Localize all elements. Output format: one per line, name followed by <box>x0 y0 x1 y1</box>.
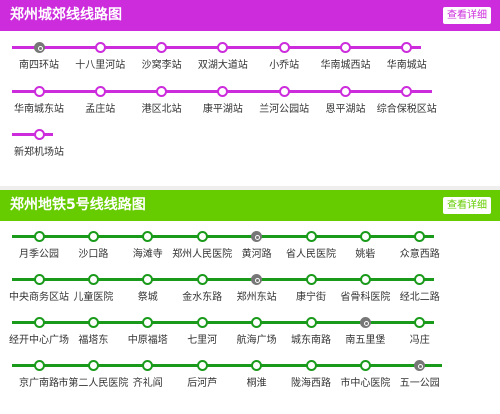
station-marker[interactable] <box>142 231 154 242</box>
station-marker[interactable] <box>196 317 208 328</box>
station-marker[interactable] <box>359 360 371 371</box>
station-label[interactable]: 综合保税区站 <box>367 103 447 116</box>
station-marker[interactable] <box>142 274 154 285</box>
station-marker[interactable] <box>33 317 45 328</box>
station-marker[interactable] <box>33 231 45 242</box>
chengjiao-line-title: 郑州城郊线线路图 <box>10 7 122 23</box>
station-marker[interactable] <box>33 86 45 97</box>
station-label[interactable]: 众意西路 <box>380 248 460 261</box>
station-marker[interactable] <box>196 360 208 371</box>
station-label[interactable]: 冯庄 <box>380 334 460 347</box>
station-marker[interactable] <box>401 86 413 97</box>
station-marker[interactable] <box>33 360 45 371</box>
station-marker[interactable] <box>414 317 426 328</box>
station-marker[interactable] <box>87 360 99 371</box>
station-marker[interactable] <box>251 317 263 328</box>
station-label[interactable]: 华南城站 <box>367 59 447 72</box>
line-track <box>12 133 53 136</box>
chengjiao-line-header: 郑州城郊线线路图 查看详细 <box>0 0 500 31</box>
transfer-station-icon[interactable] <box>251 231 263 242</box>
station-marker[interactable] <box>340 42 351 53</box>
transfer-station-icon[interactable] <box>414 360 426 371</box>
station-marker[interactable] <box>87 231 99 242</box>
line5-title: 郑州地铁5号线线路图 <box>10 197 146 213</box>
chengjiao-line-panel: 郑州城郊线线路图 查看详细 南四环站 十八里河站 沙窝李站 双湖大道站 小乔站 华南城西站… <box>0 0 500 186</box>
station-marker[interactable] <box>217 86 229 97</box>
station-marker[interactable] <box>142 360 154 371</box>
line-track <box>12 364 442 367</box>
station-marker[interactable] <box>217 42 229 53</box>
station-marker[interactable] <box>196 231 208 242</box>
station-marker[interactable] <box>142 317 154 328</box>
station-marker[interactable] <box>156 86 168 97</box>
station-marker[interactable] <box>156 42 168 53</box>
station-marker[interactable] <box>359 231 371 242</box>
transfer-station-icon[interactable] <box>359 317 371 328</box>
station-marker[interactable] <box>33 129 45 140</box>
station-label[interactable]: 新郑机场站 <box>0 146 79 159</box>
station-marker[interactable] <box>278 42 290 53</box>
station-marker[interactable] <box>94 42 106 53</box>
station-marker[interactable] <box>87 274 99 285</box>
station-marker[interactable] <box>94 86 106 97</box>
transfer-station-icon[interactable] <box>251 274 263 285</box>
station-marker[interactable] <box>33 274 45 285</box>
chengjiao-view-details-button[interactable]: 查看详细 <box>443 7 491 24</box>
station-marker[interactable] <box>414 231 426 242</box>
station-marker[interactable] <box>305 274 317 285</box>
station-marker[interactable] <box>414 274 426 285</box>
line5-header: 郑州地铁5号线线路图 查看详细 <box>0 190 500 221</box>
station-marker[interactable] <box>278 86 290 97</box>
station-marker[interactable] <box>196 274 208 285</box>
line5-view-details-button[interactable]: 查看详细 <box>443 197 491 214</box>
station-marker[interactable] <box>305 317 317 328</box>
station-label[interactable]: 五一公园 <box>380 377 460 390</box>
station-marker[interactable] <box>340 86 351 97</box>
station-marker[interactable] <box>87 317 99 328</box>
station-label[interactable]: 经北二路 <box>380 291 460 304</box>
station-marker[interactable] <box>359 274 371 285</box>
station-marker[interactable] <box>305 360 317 371</box>
station-marker[interactable] <box>251 360 263 371</box>
station-marker[interactable] <box>305 231 317 242</box>
line5-panel: 郑州地铁5号线线路图 查看详细 月季公园 沙口路 海滩寺 郑州人民医院 黄河路 省人民医院… <box>0 190 500 414</box>
transfer-station-icon[interactable] <box>33 42 45 53</box>
station-marker[interactable] <box>401 42 413 53</box>
